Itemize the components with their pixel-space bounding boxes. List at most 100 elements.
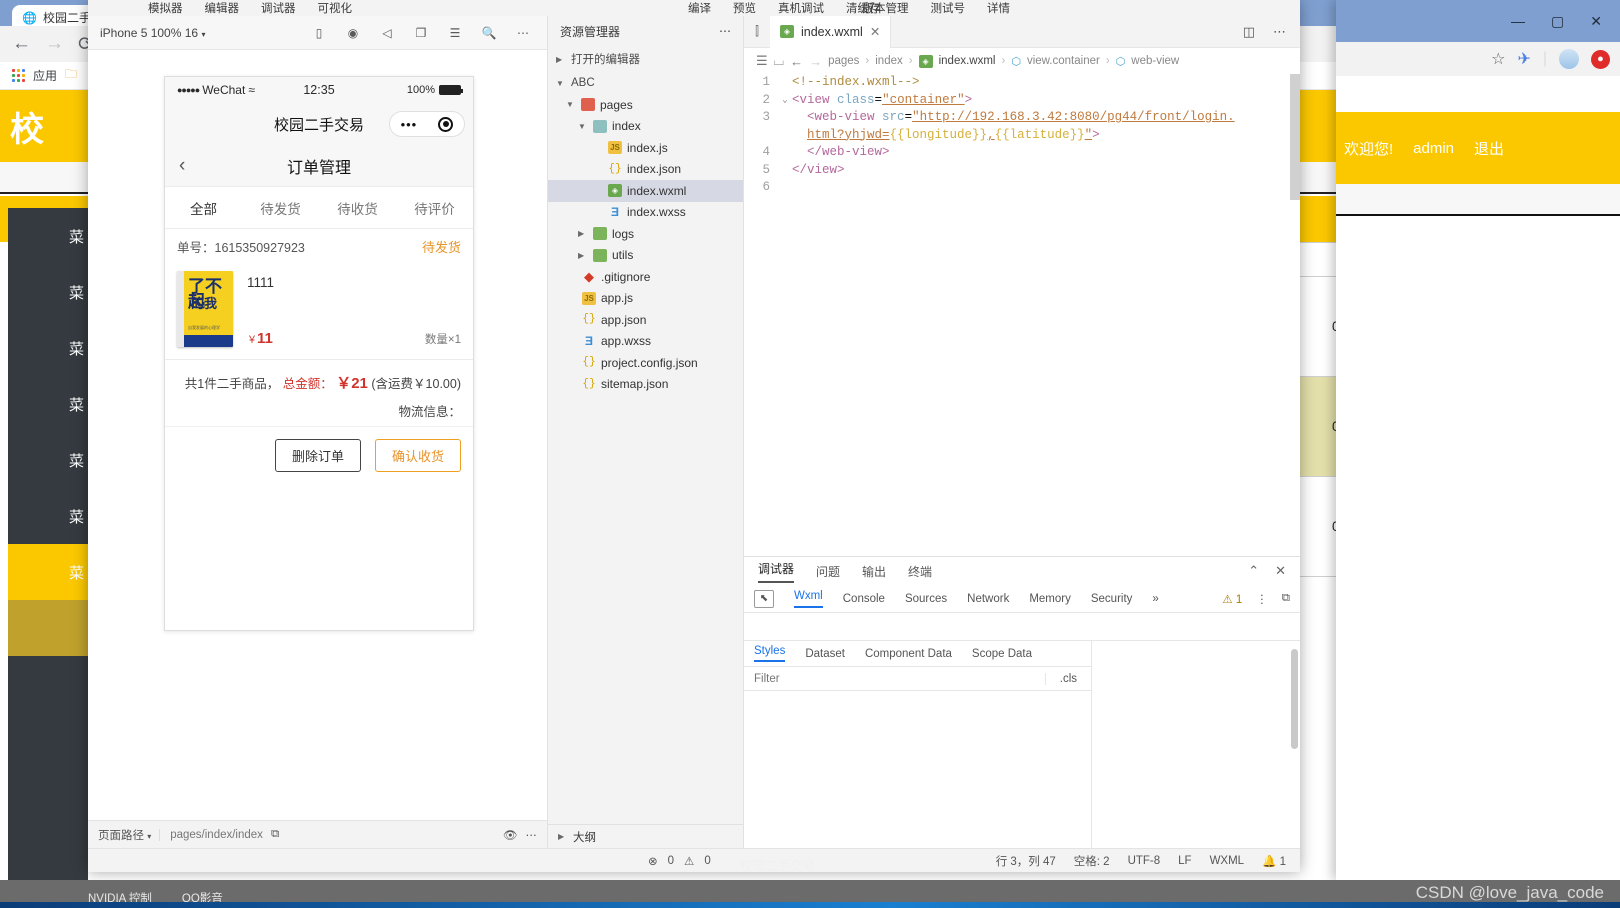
open-editors-section[interactable]: ▶ 打开的编辑器	[548, 46, 743, 72]
menu-real-device-debug[interactable]: 真机调试	[778, 0, 824, 16]
device-select[interactable]: iPhone 5 100% 16 ▾	[100, 26, 205, 40]
code-line[interactable]: 6	[744, 179, 1300, 197]
fold-icon[interactable]	[778, 144, 792, 162]
page-path-chip[interactable]: 页面路径 ▾	[98, 827, 151, 843]
code-line[interactable]: 5 </view>	[744, 162, 1300, 180]
code-line[interactable]: 4 </web-view>	[744, 144, 1300, 162]
dock-icon[interactable]: ⧉	[1282, 592, 1290, 605]
menu-version-control[interactable]: 版本管理	[863, 0, 909, 16]
fold-icon[interactable]	[778, 127, 792, 145]
menu-compile[interactable]: 编译	[688, 0, 711, 16]
tab-pending-receipt[interactable]: 待收货	[319, 198, 396, 218]
tree-item-gitignore[interactable]: ◆ .gitignore	[548, 266, 743, 288]
code-line[interactable]: 3 <web-view src="http://192.168.3.42:808…	[744, 109, 1300, 127]
debugger-tab-problems[interactable]: 问题	[816, 563, 840, 580]
apps-grid-icon[interactable]	[12, 69, 25, 82]
styles-tab-component-data[interactable]: Component Data	[865, 648, 952, 660]
menu-simulator[interactable]: 模拟器	[148, 0, 183, 16]
breadcrumb-pages[interactable]: pages	[828, 55, 859, 67]
bg-sidebar-subitem[interactable]	[8, 600, 88, 656]
tab-pending-shipment[interactable]: 待发货	[242, 198, 319, 218]
computed-scrollbar[interactable]	[1291, 649, 1298, 749]
kebab-menu-icon[interactable]: ⋮	[1256, 592, 1268, 606]
menu-details[interactable]: 详情	[987, 0, 1010, 16]
fold-icon[interactable]	[778, 109, 792, 127]
status-problems[interactable]: ⊗ 0 ⚠ 0	[88, 854, 711, 868]
status-language[interactable]: WXML	[1210, 855, 1245, 867]
tab-all[interactable]: 全部	[165, 198, 242, 218]
debugger-tab-output[interactable]: 输出	[862, 563, 886, 580]
profile-avatar-icon[interactable]	[1559, 49, 1579, 69]
tree-item-project-config[interactable]: {} project.config.json	[548, 352, 743, 374]
tree-item-index-folder[interactable]: ▼ index	[548, 116, 743, 138]
minimize-icon[interactable]: —	[1511, 13, 1525, 29]
breadcrumb-view-container[interactable]: view.container	[1027, 55, 1100, 67]
bookmark-icon[interactable]: ⌴	[774, 53, 784, 69]
menu-icon[interactable]: ☰	[756, 53, 768, 69]
tree-item-index-json[interactable]: {} index.json	[548, 159, 743, 181]
editor-tab-index-wxml[interactable]: ◈ index.wxml ✕	[770, 15, 892, 48]
fold-icon[interactable]	[778, 162, 792, 180]
tree-item-app-wxss[interactable]: Ǝ app.wxss	[548, 331, 743, 353]
status-encoding[interactable]: UTF-8	[1128, 855, 1161, 867]
tree-item-sitemap[interactable]: {} sitemap.json	[548, 374, 743, 396]
bg-sidebar-item-active[interactable]: 菜	[8, 544, 88, 600]
sound-icon[interactable]: ◁	[375, 21, 399, 45]
wxml-tree-view[interactable]	[744, 613, 1300, 641]
bookmark-star-icon[interactable]: ☆	[1491, 49, 1505, 69]
bg-sidebar-item[interactable]: 菜	[8, 488, 88, 544]
close-icon[interactable]: ✕	[1590, 13, 1602, 30]
fold-icon[interactable]	[778, 179, 792, 197]
panel-tab-sources[interactable]: Sources	[905, 593, 947, 605]
copy-icon[interactable]: ⧉	[271, 828, 279, 841]
menu-editor[interactable]: 编辑器	[205, 0, 240, 16]
confirm-receipt-button[interactable]: 确认收货	[374, 439, 461, 472]
security-shield-icon[interactable]: ●	[1591, 49, 1610, 69]
fold-icon[interactable]	[778, 74, 792, 92]
list-icon[interactable]: ☰	[443, 21, 467, 45]
project-root-section[interactable]: ▼ ABC	[548, 72, 743, 94]
status-eol[interactable]: LF	[1178, 855, 1191, 867]
panel-tab-memory[interactable]: Memory	[1029, 593, 1071, 605]
split-left-icon[interactable]: ⫿	[744, 24, 770, 39]
tree-item-index-wxss[interactable]: Ǝ index.wxss	[548, 202, 743, 224]
menu-debugger[interactable]: 调试器	[261, 0, 296, 16]
tree-item-utils[interactable]: ▶ utils	[548, 245, 743, 267]
bell-icon[interactable]: 🔔 1	[1262, 854, 1286, 868]
code-line[interactable]: 2 ⌄ <view class="container">	[744, 92, 1300, 110]
debugger-tab-terminal[interactable]: 终端	[908, 563, 932, 580]
status-indent[interactable]: 空格: 2	[1074, 853, 1110, 869]
breadcrumb-file[interactable]: index.wxml	[939, 55, 996, 67]
phone-icon[interactable]: ▯	[307, 21, 331, 45]
tree-item-index-js[interactable]: JS index.js	[548, 137, 743, 159]
eye-icon[interactable]: 👁	[503, 828, 518, 842]
code-line[interactable]: 1 <!--index.wxml-->	[744, 74, 1300, 92]
capsule-more-icon[interactable]: •••	[401, 117, 418, 132]
delete-order-button[interactable]: 删除订单	[274, 439, 361, 472]
close-icon[interactable]: ✕	[870, 24, 880, 39]
styles-tab-scope-data[interactable]: Scope Data	[972, 648, 1032, 660]
bg-sidebar-item[interactable]: 菜	[8, 320, 88, 376]
split-editor-icon[interactable]: ◫	[1243, 24, 1255, 40]
more-icon[interactable]: ⋯	[511, 21, 535, 45]
fg-logout-link[interactable]: 退出	[1474, 138, 1504, 159]
code-line[interactable]: html?yhjwd={{longitude}},{{latitude}}">	[744, 127, 1300, 145]
multi-window-icon[interactable]: ❐	[409, 21, 433, 45]
menu-preview[interactable]: 预览	[733, 0, 756, 16]
menu-test-account[interactable]: 测试号	[931, 0, 966, 16]
bg-sidebar-item[interactable]: 菜	[8, 376, 88, 432]
wechat-capsule-button[interactable]: •••	[389, 111, 465, 137]
folder-icon[interactable]: 🗀	[65, 65, 77, 86]
phone-order-item[interactable]: 了不起 的我 自我发展的心理学 1111 ￥11 数量×1	[165, 263, 473, 360]
tree-item-app-js[interactable]: JS app.js	[548, 288, 743, 310]
panel-tab-network[interactable]: Network	[967, 593, 1009, 605]
menu-visualization[interactable]: 可视化	[318, 0, 353, 16]
code-scrollbar[interactable]	[1290, 74, 1300, 556]
debugger-tab-debugger[interactable]: 调试器	[758, 560, 795, 583]
more-icon[interactable]: ⋯	[526, 828, 538, 842]
code-editor[interactable]: 1 <!--index.wxml--> 2 ⌄ <view class="contain…	[744, 74, 1300, 556]
maximize-icon[interactable]: ▢	[1551, 13, 1564, 30]
search-icon[interactable]: 🔍	[477, 21, 501, 45]
tree-item-app-json[interactable]: {} app.json	[548, 309, 743, 331]
cls-toggle[interactable]: .cls	[1044, 672, 1091, 685]
